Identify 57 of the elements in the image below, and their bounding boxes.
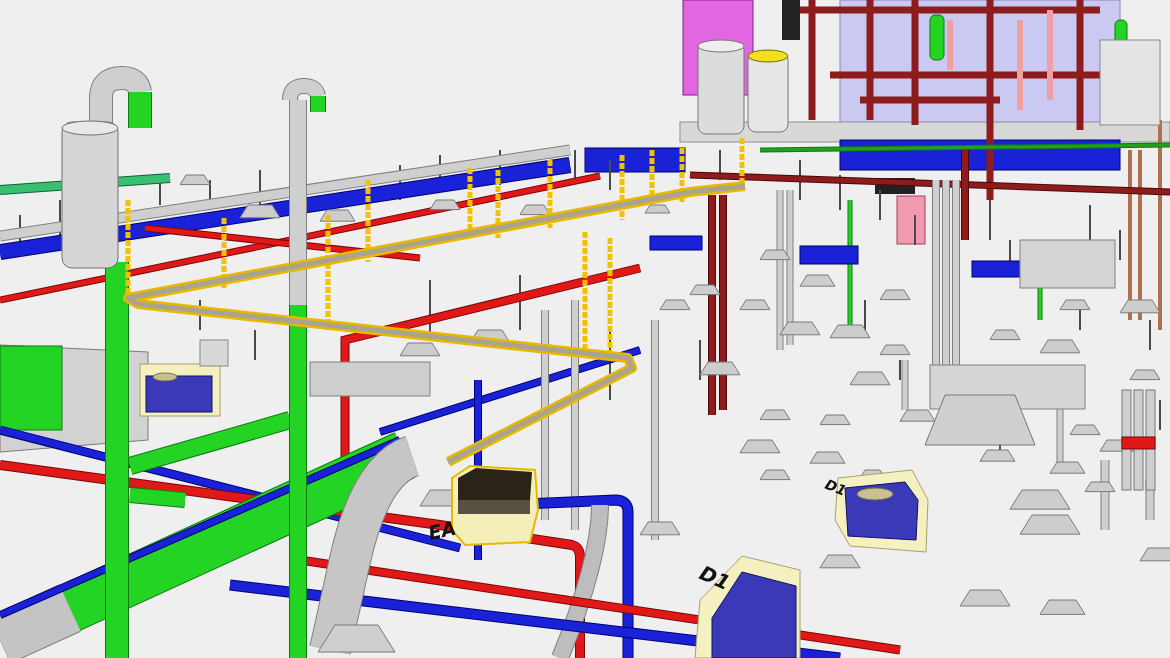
ceiling-diffuser (759, 249, 791, 261)
ceiling-diffuser (644, 204, 671, 214)
ceiling-diffuser (829, 324, 871, 339)
ceiling-diffuser (809, 451, 846, 464)
ceiling-diffuser (659, 299, 691, 311)
ceiling-diffuser (1059, 299, 1091, 311)
ceiling-diffuser (319, 209, 356, 222)
ceiling-diffuser (759, 409, 791, 421)
pipe (128, 92, 152, 128)
ceiling-diffuser (399, 342, 441, 357)
ceiling-diffuser (779, 321, 821, 336)
equipment-tag: EA (426, 516, 458, 544)
ceiling-diffuser (899, 409, 936, 422)
ceiling-diffuser (849, 371, 891, 386)
ceiling-diffuser (759, 469, 791, 481)
ceiling-diffuser (1119, 299, 1161, 314)
cable-tray-hanger (679, 148, 685, 203)
cable-tray-hanger (619, 155, 625, 220)
ceiling-diffuser (429, 199, 461, 211)
ceiling-diffuser (1039, 339, 1081, 354)
ceiling-diffuser (819, 554, 861, 569)
pipe (901, 360, 909, 410)
ceiling-diffuser (689, 284, 721, 296)
ceiling-diffuser (1019, 514, 1081, 535)
ceiling-diffuser (1009, 489, 1071, 510)
cable-tray-hanger (495, 170, 501, 238)
junction-box (199, 339, 229, 367)
ceiling-diffuser (739, 299, 771, 311)
ceiling-diffuser (879, 289, 911, 301)
ceiling-diffuser (879, 344, 911, 356)
equipment-tag: D1 (695, 560, 734, 595)
ceiling-diffuser (979, 449, 1016, 462)
ceiling-diffuser (179, 174, 211, 186)
pipe (1100, 460, 1110, 530)
equipment-block (782, 0, 800, 40)
ceiling-diffuser (1039, 599, 1086, 615)
ceiling-diffuser (739, 439, 781, 454)
equipment-pad (649, 235, 703, 251)
ceiling-diffuser (239, 204, 281, 219)
ceiling-diffuser (639, 521, 681, 536)
pipe-elbow (282, 78, 326, 101)
ceiling-diffuser (1084, 481, 1116, 493)
ceiling-diffuser (519, 204, 551, 216)
equipment-tag: D1 (822, 475, 849, 499)
ceiling-diffuser (1129, 369, 1161, 381)
ceiling-diffuser (1139, 547, 1170, 562)
ceiling-diffuser (959, 589, 1011, 607)
ceiling-diffuser (799, 274, 836, 287)
equipment-pad (799, 245, 859, 265)
ceiling-diffuser (699, 361, 741, 376)
cable-tray-hanger (221, 218, 227, 288)
cable-tray-hanger (547, 160, 553, 228)
ceiling-diffuser (1069, 424, 1101, 436)
pipe (310, 96, 326, 112)
ceiling-diffuser (989, 329, 1021, 341)
ceiling-diffuser (1049, 461, 1086, 474)
ceiling-diffuser (819, 414, 851, 426)
